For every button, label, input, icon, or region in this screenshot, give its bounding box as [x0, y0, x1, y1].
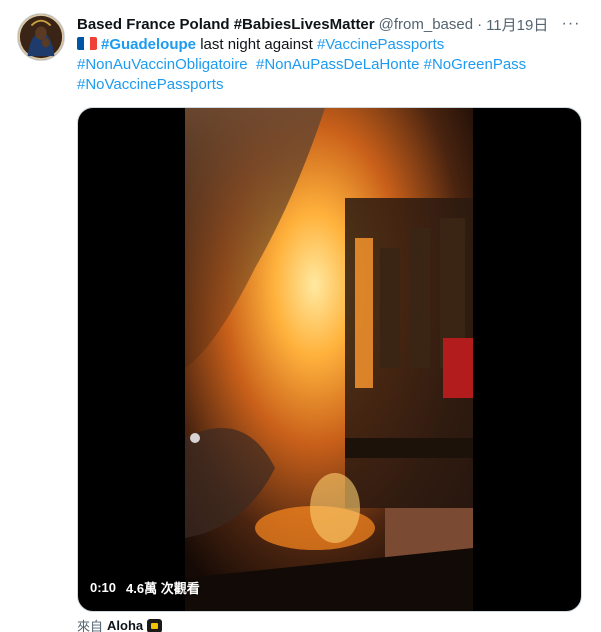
- video-duration: 0:10: [90, 580, 117, 595]
- tweet-date[interactable]: 11月19日: [486, 14, 548, 35]
- hashtag-guadeloupe[interactable]: #Guadeloupe: [101, 36, 196, 53]
- video-overlay: 0:10 4.6萬 次觀看: [90, 578, 200, 597]
- source-prefix: 來自: [77, 619, 104, 632]
- user-handle[interactable]: @from_based: [379, 16, 473, 33]
- text-line-3: #NoVaccinePassports: [77, 75, 587, 95]
- view-count: 4.6萬 次觀看: [126, 581, 200, 596]
- hashtag-nogreenpass[interactable]: #NoGreenPass: [424, 56, 527, 73]
- text-line-1: #Guadeloupe last night against #VaccineP…: [77, 35, 587, 55]
- avatar[interactable]: [17, 13, 65, 61]
- video-player[interactable]: 0:10 4.6萬 次觀看: [77, 107, 582, 612]
- hashtag-nonaupassdelahonte[interactable]: #NonAuPassDeLaHonte: [256, 56, 419, 73]
- source-app[interactable]: Aloha: [107, 618, 143, 632]
- hashtag-vaccinepassports[interactable]: #VaccinePassports: [317, 36, 444, 53]
- tweet-header: Based France Poland #BabiesLivesMatter @…: [77, 14, 581, 34]
- more-options-icon[interactable]: ···: [561, 14, 581, 34]
- hashtag-novaccinepassports[interactable]: #NoVaccinePassports: [77, 76, 223, 93]
- aloha-app-icon: [147, 618, 163, 632]
- display-name[interactable]: Based France Poland #BabiesLivesMatter: [77, 16, 375, 33]
- tweet[interactable]: Based France Poland #BabiesLivesMatter @…: [0, 0, 601, 632]
- hashtag-nonauvaccinobligatoire[interactable]: #NonAuVaccinObligatoire: [77, 56, 248, 73]
- text-line-2: #NonAuVaccinObligatoire #NonAuPassDeLaHo…: [77, 55, 587, 75]
- france-flag-icon: [77, 37, 97, 50]
- tweet-source: 來自 Aloha: [77, 616, 163, 632]
- video-frame[interactable]: [185, 108, 473, 611]
- text-segment: last night against: [196, 36, 317, 53]
- tweet-text: #Guadeloupe last night against #VaccineP…: [77, 35, 587, 95]
- separator-dot: ·: [477, 15, 483, 33]
